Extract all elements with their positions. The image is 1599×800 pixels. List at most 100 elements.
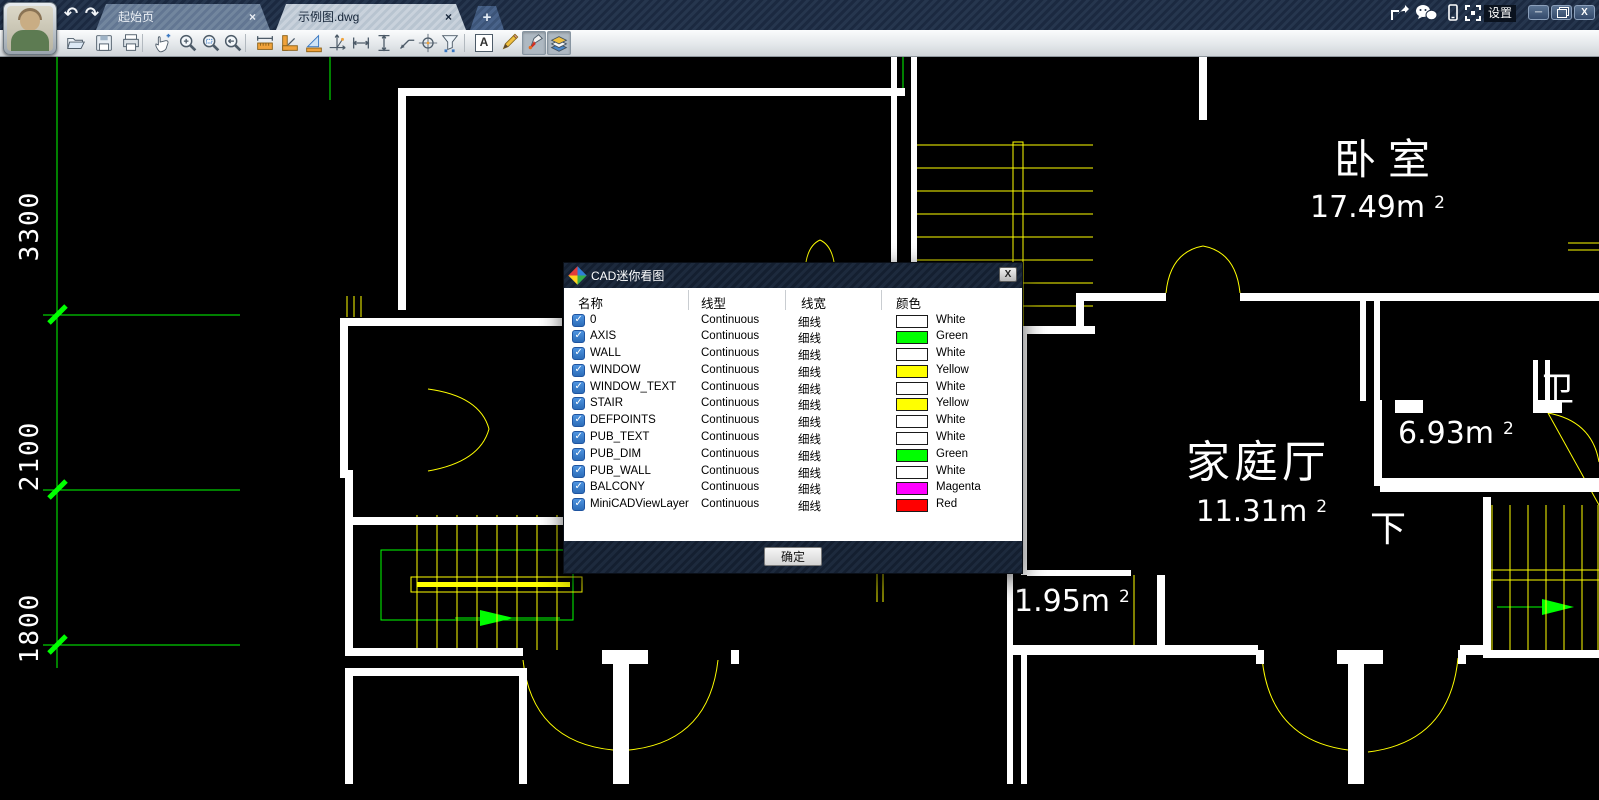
layer-checkbox[interactable] <box>572 448 585 461</box>
layer-color-swatch[interactable] <box>896 382 928 395</box>
avatar-picture <box>7 6 53 51</box>
save-button[interactable] <box>92 31 116 55</box>
layer-row[interactable]: WALL Continuous 细线 White <box>564 346 1022 363</box>
layer-lineweight: 细线 <box>798 330 821 346</box>
leader-arrow-icon <box>395 32 417 54</box>
layer-color-swatch[interactable] <box>896 482 928 495</box>
layer-checkbox[interactable] <box>572 465 585 478</box>
layer-color-name: White <box>936 465 965 477</box>
zoom-window-button[interactable] <box>199 31 223 55</box>
layer-checkbox[interactable] <box>572 347 585 360</box>
close-button[interactable]: X <box>1574 5 1595 20</box>
measure-angle-button[interactable] <box>278 31 302 55</box>
layer-color-swatch[interactable] <box>896 432 928 445</box>
layer-checkbox[interactable] <box>572 414 585 427</box>
ok-button[interactable]: 确定 <box>764 547 822 566</box>
layer-checkbox[interactable] <box>572 381 585 394</box>
layer-name: PUB_DIM <box>590 448 641 460</box>
layer-row[interactable]: PUB_WALL Continuous 细线 White <box>564 463 1022 480</box>
back-button[interactable]: ↶ <box>61 4 81 24</box>
dim-horizontal-button[interactable] <box>349 31 373 55</box>
layer-checkbox[interactable] <box>572 481 585 494</box>
column-color: 颜色 <box>896 293 921 312</box>
new-tab-button[interactable]: + <box>470 6 504 30</box>
open-file-button[interactable] <box>64 31 88 55</box>
user-avatar[interactable] <box>3 2 57 55</box>
layer-checkbox[interactable] <box>572 397 585 410</box>
tab-drawing-label: 示例图.dwg <box>298 4 359 30</box>
forward-button[interactable]: ↷ <box>82 4 102 24</box>
layer-row[interactable]: PUB_TEXT Continuous 细线 White <box>564 430 1022 447</box>
settings-button[interactable]: 设置 <box>1484 5 1516 22</box>
tab-drawing[interactable]: 示例图.dwg × <box>276 4 466 30</box>
layers-icon <box>548 32 570 54</box>
layer-checkbox[interactable] <box>572 364 585 377</box>
zoom-previous-button[interactable] <box>221 31 245 55</box>
brush-button[interactable] <box>522 31 546 55</box>
fullscreen-button[interactable] <box>1464 4 1486 22</box>
measure-coordinate-button[interactable] <box>325 31 349 55</box>
layer-row[interactable]: STAIR Continuous 细线 Yellow <box>564 396 1022 413</box>
layer-row[interactable]: 0 Continuous 细线 White <box>564 312 1022 329</box>
layer-linetype: Continuous <box>701 465 759 477</box>
print-button[interactable] <box>119 31 143 55</box>
dim-vertical-button[interactable] <box>372 31 396 55</box>
tab-start-page[interactable]: 起始页 × <box>96 4 270 30</box>
layer-color-name: White <box>936 381 965 393</box>
measure-table-button[interactable] <box>438 31 462 55</box>
measure-length-button[interactable] <box>253 31 277 55</box>
text-tool-button[interactable]: A <box>472 31 496 55</box>
brush-icon <box>523 32 545 54</box>
layer-row[interactable]: DEFPOINTS Continuous 细线 White <box>564 413 1022 430</box>
layer-color-swatch[interactable] <box>896 415 928 428</box>
layer-color-swatch[interactable] <box>896 315 928 328</box>
pan-button[interactable] <box>150 31 174 55</box>
share-button[interactable] <box>1390 4 1412 22</box>
layer-color-name: Yellow <box>936 364 969 376</box>
measure-area-button[interactable] <box>302 31 326 55</box>
app-window: ↶ ↷ 起始页 × 示例图.dwg × + <box>0 0 1599 800</box>
layer-color-swatch[interactable] <box>896 365 928 378</box>
layer-linetype: Continuous <box>701 481 759 493</box>
layer-name: BALCONY <box>590 481 645 493</box>
layer-name: WINDOW <box>590 364 640 376</box>
layer-color-swatch[interactable] <box>896 449 928 462</box>
layer-checkbox[interactable] <box>572 330 585 343</box>
layer-table: 名称 线型 线宽 颜色 0 Continuous 细线 White AXIS C… <box>564 288 1022 541</box>
tab-start-page-close-icon[interactable]: × <box>249 4 256 30</box>
layer-row[interactable]: MiniCADViewLayer Continuous 细线 Red <box>564 497 1022 514</box>
layer-row[interactable]: WINDOW_TEXT Continuous 细线 White <box>564 379 1022 396</box>
layer-row[interactable]: BALCONY Continuous 细线 Magenta <box>564 480 1022 497</box>
leader-button[interactable] <box>394 31 418 55</box>
layer-color-swatch[interactable] <box>896 331 928 344</box>
layer-color-swatch[interactable] <box>896 398 928 411</box>
layer-row[interactable]: AXIS Continuous 细线 Green <box>564 329 1022 346</box>
layers-button[interactable] <box>547 31 571 55</box>
restore-button[interactable] <box>1551 5 1572 20</box>
pencil-button[interactable] <box>497 31 521 55</box>
room-label-bedroom: 卧室 <box>1334 126 1442 187</box>
layer-color-swatch[interactable] <box>896 499 928 512</box>
layer-checkbox[interactable] <box>572 431 585 444</box>
tab-start-page-label: 起始页 <box>118 4 154 30</box>
minimize-button[interactable]: ─ <box>1528 5 1549 20</box>
save-icon <box>93 32 115 54</box>
restore-icon <box>1557 9 1567 18</box>
area-label-side-room: 6.93m2 <box>1398 416 1514 451</box>
layer-color-swatch[interactable] <box>896 466 928 479</box>
drawing-canvas[interactable]: 3300 2100 1800 卧室 17.49m2 家庭厅 11.31m2 6.… <box>0 57 1599 800</box>
wechat-button[interactable] <box>1415 4 1437 22</box>
center-mark-button[interactable] <box>416 31 440 55</box>
layer-row[interactable]: PUB_DIM Continuous 细线 Green <box>564 446 1022 463</box>
layer-checkbox[interactable] <box>572 498 585 511</box>
layer-dialog-titlebar[interactable]: CAD迷你看图 <box>564 263 1022 288</box>
layer-color-name: Green <box>936 448 968 460</box>
zoom-button[interactable] <box>176 31 200 55</box>
layer-linetype: Continuous <box>701 347 759 359</box>
tab-drawing-close-icon[interactable]: × <box>445 4 452 30</box>
layer-row[interactable]: WINDOW Continuous 细线 Yellow <box>564 362 1022 379</box>
layer-color-name: White <box>936 347 965 359</box>
layer-checkbox[interactable] <box>572 314 585 327</box>
layer-color-swatch[interactable] <box>896 348 928 361</box>
layer-dialog-close-button[interactable]: X <box>999 267 1017 282</box>
